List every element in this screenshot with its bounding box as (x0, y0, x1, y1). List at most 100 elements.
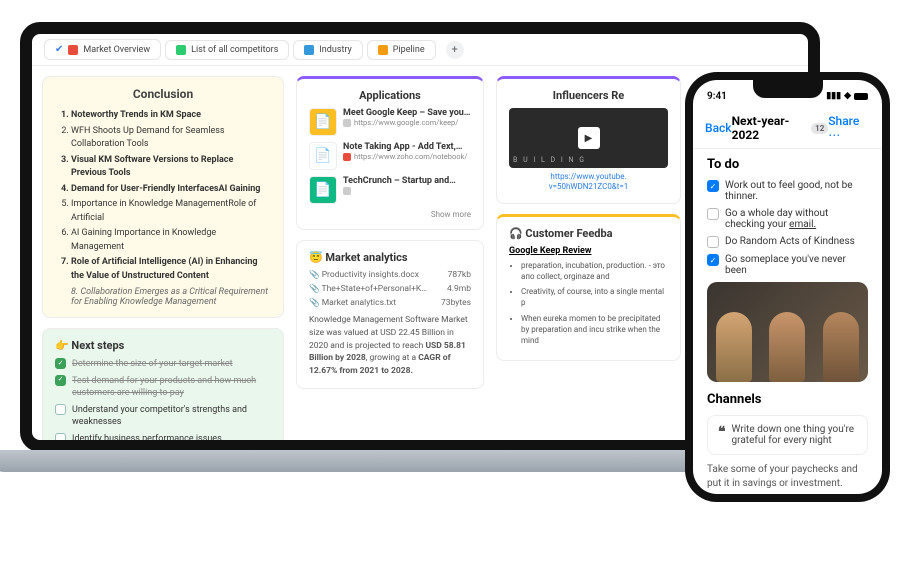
app-title: Meet Google Keep – Save you… (343, 108, 470, 118)
analytics-prose: Knowledge Management Software Market siz… (309, 314, 471, 378)
tab-label: Pipeline (393, 45, 425, 55)
tab-pipeline[interactable]: Pipeline (367, 40, 436, 60)
todo-label: Go someplace you've never been (725, 254, 868, 276)
conclusion-list: Noteworthy Trends in KM Space WFH Shoots … (55, 109, 271, 283)
phone-content: To do ✓ Work out to feel good, not be thi… (693, 148, 882, 494)
check-icon: ✔ (55, 44, 63, 55)
tab-label: Industry (319, 45, 351, 55)
conclusion-item: Demand for User-Friendly InterfacesAI Ga… (71, 183, 271, 197)
app-subtitle: https://www.google.com/keep/ (343, 118, 470, 127)
channels-title: Channels (707, 392, 868, 407)
show-more-link[interactable]: Show more (309, 210, 471, 219)
quote-text: Write down one thing you're grateful for… (732, 424, 857, 446)
todo-checkbox[interactable] (707, 208, 719, 220)
next-step-item[interactable]: ✓ Determine the size of your target marke… (55, 358, 271, 371)
feedback-list: preparation, incubation, production. - э… (509, 260, 668, 346)
next-step-label: Identify business performance issues (72, 433, 222, 446)
share-button[interactable]: Share ⋯ (828, 114, 870, 142)
tab-industry[interactable]: Industry (293, 40, 362, 60)
file-size: 4.9mb (447, 284, 471, 294)
play-icon: ▶ (578, 127, 600, 149)
app-item[interactable]: 📄TechCrunch – Startup and… (309, 176, 471, 204)
app-title: Note Taking App - Add Text,… (343, 142, 467, 152)
app-icon: 📄 (309, 108, 337, 136)
checkbox[interactable]: ✓ (55, 375, 66, 386)
checkbox[interactable] (55, 404, 66, 415)
next-step-label: Test demand for your products and how mu… (72, 375, 271, 400)
applications-card: Applications 📄 Meet Google Keep – Save yo… (296, 76, 484, 230)
analytics-title: 😇 Market analytics (309, 251, 471, 264)
todo-checkbox[interactable] (707, 236, 719, 248)
conclusion-remark: 8. Collaboration Emerges as a Critical R… (55, 287, 271, 307)
todo-item[interactable]: Go a whole day without checking your ema… (707, 208, 868, 230)
influencers-title: Influencers Re (509, 89, 668, 102)
feedback-item: preparation, incubation, production. - э… (521, 260, 668, 282)
add-tab-button[interactable]: + (446, 41, 464, 59)
todo-item[interactable]: Do Random Acts of Kindness (707, 236, 868, 248)
conclusion-item: Role of Artificial Intelligence (AI) in … (71, 256, 271, 283)
conclusion-card: Conclusion Noteworthy Trends in KM Space… (42, 76, 284, 318)
app-item[interactable]: 📄Note Taking App - Add Text,…https://www… (309, 142, 471, 170)
feedback-item: When eureka momen to be precipitated by … (521, 313, 668, 347)
tab-label: List of all competitors (191, 45, 278, 55)
next-steps-card: 👉 Next steps ✓ Determine the size of your… (42, 328, 284, 452)
tab-bar: ✔ Market Overview List of all competitor… (32, 34, 808, 66)
applications-title: Applications (309, 89, 471, 102)
wifi-icon: ◆ (844, 91, 851, 101)
todo-label: Go a whole day without checking your ema… (725, 208, 868, 230)
file-name: 📎 Market analytics.txt (309, 298, 396, 308)
next-step-item[interactable]: ✓ Test demand for your products and how m… (55, 375, 271, 400)
tab-icon (68, 45, 78, 55)
phone-mockup: 9:41 ▮▮▮ ◆ Back Next-year-2022 12 Share … (685, 72, 890, 502)
video-link[interactable]: https://www.youtube.v=50hWDN21ZC0&t=1 (509, 172, 668, 193)
todo-checkbox[interactable]: ✓ (707, 254, 719, 266)
phone-nav: Back Next-year-2022 12 Share ⋯ (693, 108, 882, 148)
battery-icon (854, 93, 868, 100)
back-button[interactable]: Back (705, 121, 732, 135)
todo-item[interactable]: ✓ Work out to feel good, not be thinner. (707, 180, 868, 202)
quote-icon: ❝ (718, 424, 726, 446)
next-step-item[interactable]: Identify business performance issues (55, 433, 271, 446)
checkbox[interactable] (55, 433, 66, 444)
conclusion-item: Noteworthy Trends in KM Space (71, 109, 271, 123)
todo-item[interactable]: ✓ Go someplace you've never been (707, 254, 868, 276)
content-photo (707, 282, 868, 382)
signal-icon: ▮▮▮ (826, 91, 841, 101)
review-link[interactable]: Google Keep Review (509, 246, 668, 256)
tab-label: Market Overview (83, 45, 150, 55)
next-step-label: Understand your competitor's strengths a… (72, 404, 271, 429)
todo-checkbox[interactable]: ✓ (707, 180, 719, 192)
conclusion-title: Conclusion (55, 87, 271, 101)
app-icon: 📄 (309, 142, 337, 170)
phone-screen: 9:41 ▮▮▮ ◆ Back Next-year-2022 12 Share … (693, 80, 882, 494)
feedback-item: Creativity, of course, into a single men… (521, 286, 668, 308)
app-title: TechCrunch – Startup and… (343, 176, 456, 186)
video-thumbnail[interactable]: B U I L D I N G ▶ (509, 108, 668, 168)
conclusion-item: Importance in Knowledge ManagementRole o… (71, 198, 271, 225)
savings-text: Take some of your paychecks and put it i… (707, 463, 868, 491)
status-time: 9:41 (707, 91, 727, 102)
file-size: 73bytes (441, 298, 471, 308)
tab-market-overview[interactable]: ✔ Market Overview (44, 39, 161, 60)
todo-title: To do (707, 157, 868, 172)
file-row[interactable]: 📎 Productivity insights.docx787kb (309, 270, 471, 280)
checkbox[interactable]: ✓ (55, 358, 66, 369)
next-step-label: Determine the size of your target market (72, 358, 233, 371)
next-steps-title: 👉 Next steps (55, 339, 271, 352)
app-item[interactable]: 📄 Meet Google Keep – Save you…https://www… (309, 108, 471, 136)
feedback-title: 🎧 Customer Feedba (509, 227, 668, 240)
quote-box: ❝ Write down one thing you're grateful f… (707, 415, 868, 455)
phone-notch (753, 80, 823, 98)
next-step-item[interactable]: Understand your competitor's strengths a… (55, 404, 271, 429)
more-icon: ⋯ (828, 128, 840, 142)
feedback-card: 🎧 Customer Feedba Google Keep Review pre… (496, 214, 681, 361)
file-row[interactable]: 📎 Market analytics.txt 73bytes (309, 298, 471, 308)
tab-icon (176, 45, 186, 55)
file-size: 787kb (448, 270, 471, 280)
todo-label: Work out to feel good, not be thinner. (725, 180, 868, 202)
file-row[interactable]: 📎 The+State+of+Personal+Knowledge+Ma…4.9… (309, 284, 471, 294)
tab-competitors[interactable]: List of all competitors (165, 40, 289, 60)
count-badge: 12 (811, 123, 828, 134)
market-analytics-card: 😇 Market analytics 📎 Productivity insigh… (296, 240, 484, 389)
conclusion-item: WFH Shoots Up Demand for Seamless Collab… (71, 125, 271, 152)
